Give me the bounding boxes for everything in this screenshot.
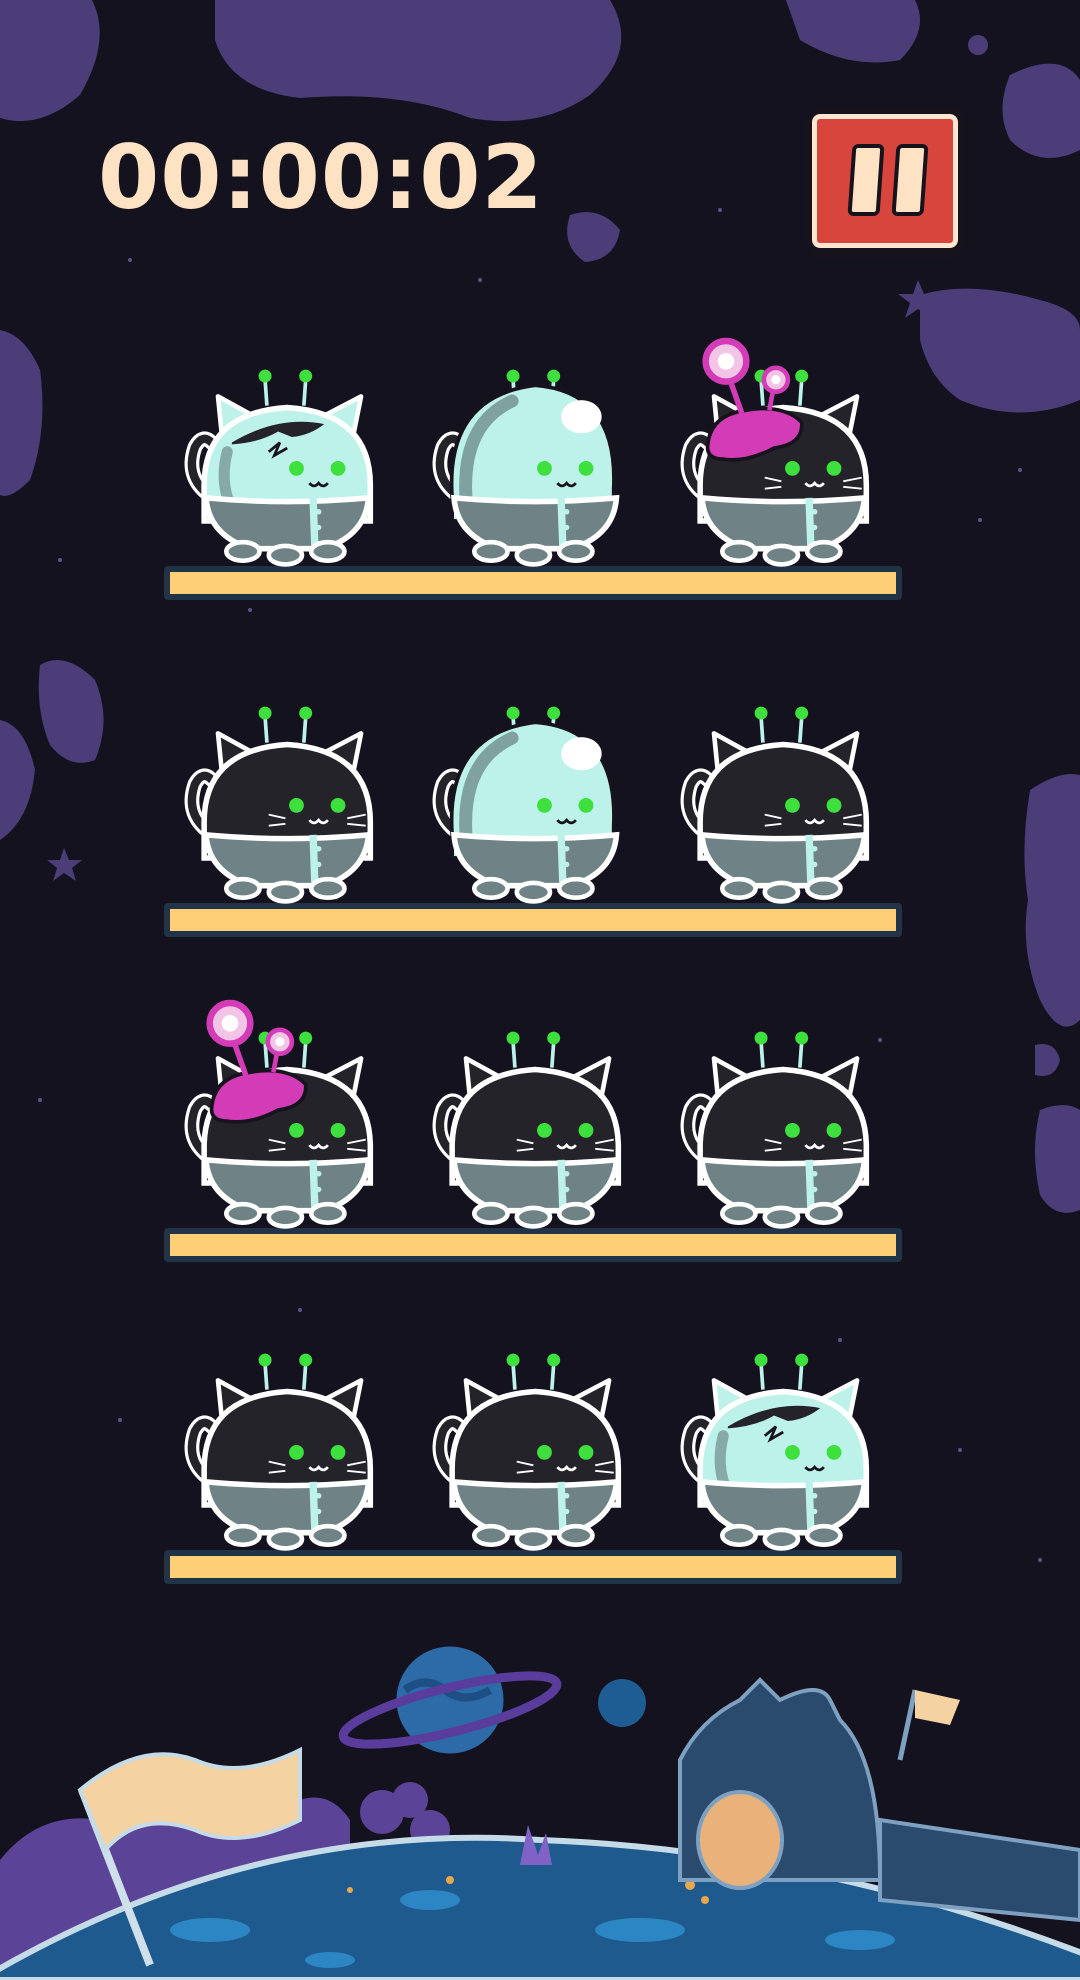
- cat-cracked-helmet[interactable]: [664, 1325, 884, 1565]
- cat-normal[interactable]: [416, 1003, 636, 1243]
- pause-icon: [847, 144, 885, 216]
- cat-slime-alien[interactable]: [168, 999, 388, 1243]
- cat-normal[interactable]: [664, 1003, 884, 1243]
- cat-full-helmet[interactable]: [416, 678, 636, 918]
- cat-normal[interactable]: [416, 1325, 636, 1565]
- pause-button[interactable]: [806, 108, 964, 254]
- cat-normal[interactable]: [664, 678, 884, 918]
- cat-full-helmet[interactable]: [416, 341, 636, 581]
- cat-cracked-helmet[interactable]: [168, 341, 388, 581]
- cat-normal[interactable]: [168, 678, 388, 918]
- space-background: [0, 0, 1080, 1980]
- elapsed-timer: 00:00:02: [98, 126, 544, 229]
- pause-icon-bar: [891, 144, 929, 216]
- cat-normal[interactable]: [168, 1325, 388, 1565]
- cat-slime-alien[interactable]: [664, 337, 884, 581]
